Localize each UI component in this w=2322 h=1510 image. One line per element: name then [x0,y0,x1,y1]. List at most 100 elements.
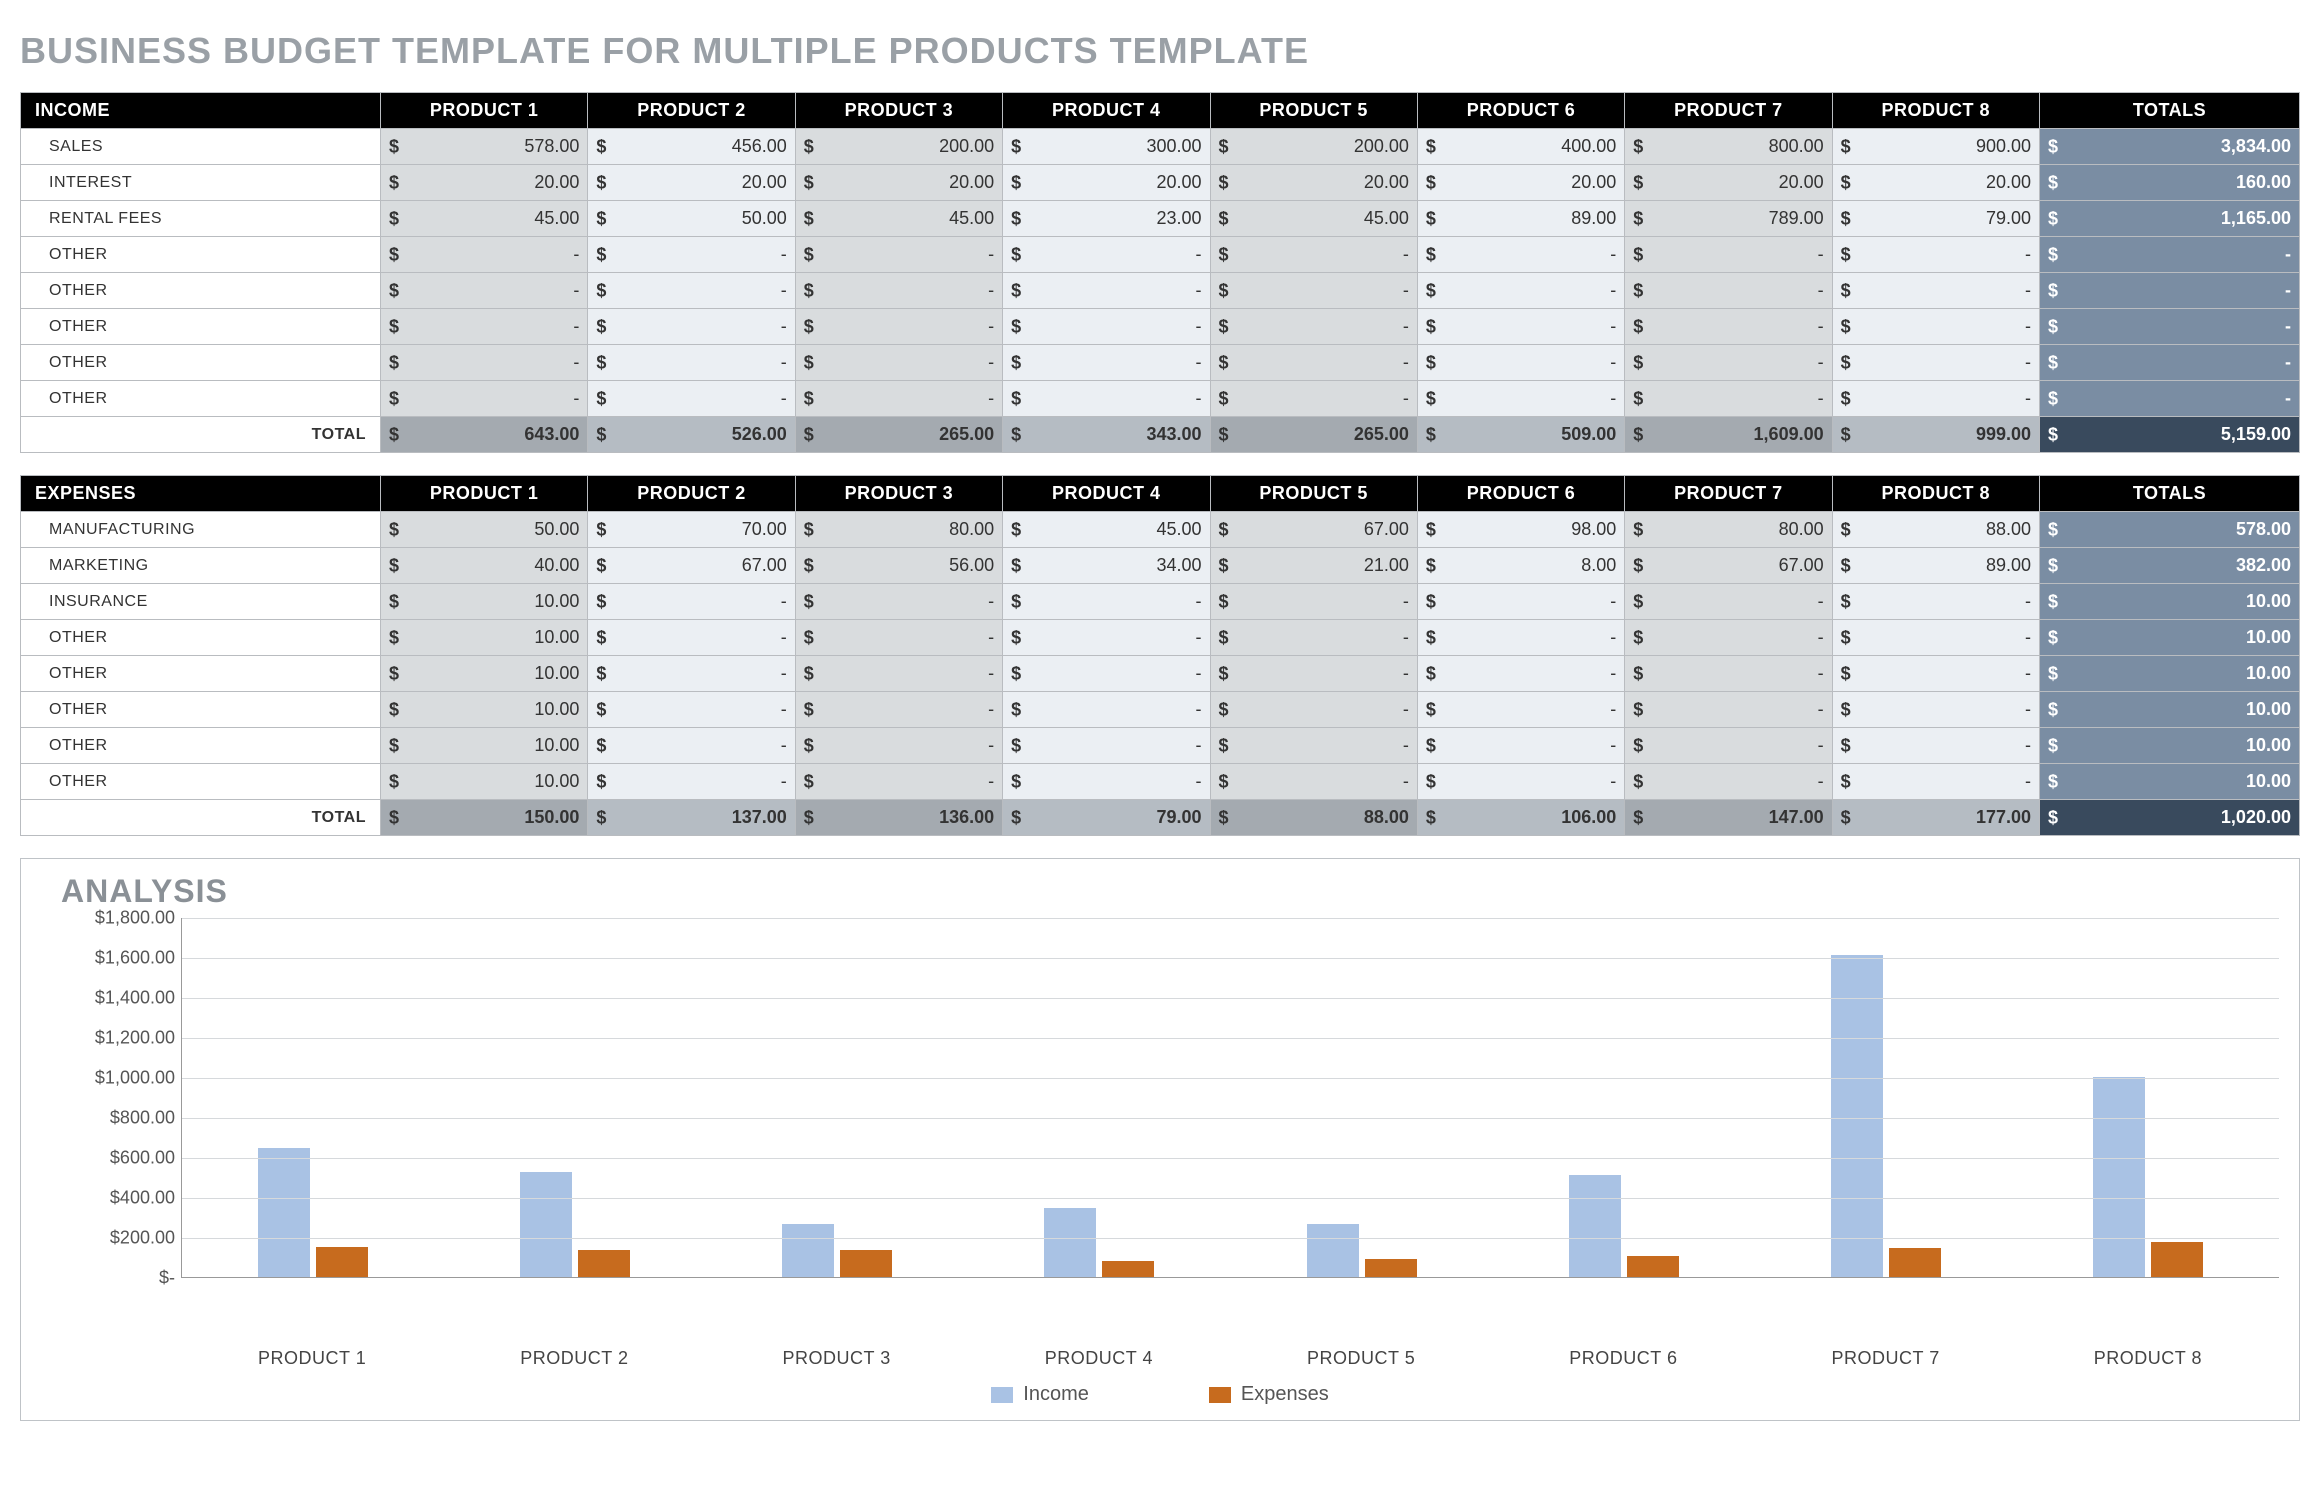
value-cell[interactable]: $- [795,345,1002,381]
value-cell[interactable]: $10.00 [381,620,588,656]
value-cell[interactable]: $- [1625,309,1832,345]
value-cell[interactable]: $- [1832,620,2039,656]
value-cell[interactable]: $900.00 [1832,129,2039,165]
value-cell[interactable]: $- [1003,764,1210,800]
value-cell[interactable]: $- [795,620,1002,656]
value-cell[interactable]: $21.00 [1210,548,1417,584]
value-cell[interactable]: $- [1417,381,1624,417]
value-cell[interactable]: $10.00 [381,764,588,800]
value-cell[interactable]: $- [1625,656,1832,692]
value-cell[interactable]: $- [795,381,1002,417]
value-cell[interactable]: $- [795,273,1002,309]
value-cell[interactable]: $- [1625,692,1832,728]
value-cell[interactable]: $45.00 [381,201,588,237]
value-cell[interactable]: $- [1832,584,2039,620]
value-cell[interactable]: $147.00 [1625,800,1832,836]
value-cell[interactable]: $98.00 [1417,512,1624,548]
value-cell[interactable]: $23.00 [1003,201,1210,237]
value-cell[interactable]: $67.00 [1210,512,1417,548]
value-cell[interactable]: $200.00 [1210,129,1417,165]
value-cell[interactable]: $79.00 [1832,201,2039,237]
value-cell[interactable]: $34.00 [1003,548,1210,584]
value-cell[interactable]: $20.00 [1417,165,1624,201]
value-cell[interactable]: $8.00 [1417,548,1624,584]
value-cell[interactable]: $- [1003,656,1210,692]
value-cell[interactable]: $- [588,764,795,800]
value-cell[interactable]: $- [1003,584,1210,620]
value-cell[interactable]: $20.00 [1210,165,1417,201]
value-cell[interactable]: $300.00 [1003,129,1210,165]
value-cell[interactable]: $- [1003,345,1210,381]
value-cell[interactable]: $- [795,584,1002,620]
value-cell[interactable]: $- [1417,656,1624,692]
value-cell[interactable]: $40.00 [381,548,588,584]
value-cell[interactable]: $80.00 [795,512,1002,548]
value-cell[interactable]: $- [795,764,1002,800]
value-cell[interactable]: $265.00 [1210,417,1417,453]
value-cell[interactable]: $45.00 [1210,201,1417,237]
value-cell[interactable]: $88.00 [1832,512,2039,548]
value-cell[interactable]: $- [1625,764,1832,800]
value-cell[interactable]: $10.00 [381,656,588,692]
value-cell[interactable]: $45.00 [795,201,1002,237]
value-cell[interactable]: $20.00 [795,165,1002,201]
value-cell[interactable]: $67.00 [588,548,795,584]
value-cell[interactable]: $- [588,273,795,309]
value-cell[interactable]: $- [1210,584,1417,620]
value-cell[interactable]: $70.00 [588,512,795,548]
value-cell[interactable]: $- [588,692,795,728]
value-cell[interactable]: $- [1417,692,1624,728]
value-cell[interactable]: $- [795,237,1002,273]
value-cell[interactable]: $- [381,309,588,345]
value-cell[interactable]: $- [1625,381,1832,417]
value-cell[interactable]: $- [1003,273,1210,309]
value-cell[interactable]: $456.00 [588,129,795,165]
value-cell[interactable]: $- [588,237,795,273]
value-cell[interactable]: $- [1003,620,1210,656]
value-cell[interactable]: $20.00 [588,165,795,201]
value-cell[interactable]: $- [1417,728,1624,764]
value-cell[interactable]: $- [1832,237,2039,273]
value-cell[interactable]: $- [588,309,795,345]
value-cell[interactable]: $106.00 [1417,800,1624,836]
value-cell[interactable]: $- [1832,381,2039,417]
value-cell[interactable]: $150.00 [381,800,588,836]
value-cell[interactable]: $- [1210,692,1417,728]
value-cell[interactable]: $789.00 [1625,201,1832,237]
value-cell[interactable]: $- [381,381,588,417]
value-cell[interactable]: $643.00 [381,417,588,453]
value-cell[interactable]: $400.00 [1417,129,1624,165]
value-cell[interactable]: $- [795,692,1002,728]
value-cell[interactable]: $80.00 [1625,512,1832,548]
value-cell[interactable]: $20.00 [1003,165,1210,201]
value-cell[interactable]: $- [381,273,588,309]
value-cell[interactable]: $- [1210,273,1417,309]
value-cell[interactable]: $800.00 [1625,129,1832,165]
value-cell[interactable]: $- [1210,620,1417,656]
value-cell[interactable]: $- [1003,381,1210,417]
value-cell[interactable]: $- [1003,237,1210,273]
value-cell[interactable]: $- [1832,345,2039,381]
value-cell[interactable]: $- [1832,728,2039,764]
value-cell[interactable]: $- [1625,237,1832,273]
value-cell[interactable]: $79.00 [1003,800,1210,836]
value-cell[interactable]: $200.00 [795,129,1002,165]
value-cell[interactable]: $- [1625,728,1832,764]
value-cell[interactable]: $10.00 [381,692,588,728]
value-cell[interactable]: $- [795,309,1002,345]
value-cell[interactable]: $- [1210,656,1417,692]
value-cell[interactable]: $- [1832,692,2039,728]
value-cell[interactable]: $20.00 [381,165,588,201]
value-cell[interactable]: $- [1003,728,1210,764]
value-cell[interactable]: $45.00 [1003,512,1210,548]
value-cell[interactable]: $- [1210,237,1417,273]
value-cell[interactable]: $343.00 [1003,417,1210,453]
value-cell[interactable]: $- [1210,764,1417,800]
value-cell[interactable]: $- [1832,273,2039,309]
value-cell[interactable]: $526.00 [588,417,795,453]
value-cell[interactable]: $- [1417,273,1624,309]
value-cell[interactable]: $- [1625,273,1832,309]
value-cell[interactable]: $10.00 [381,728,588,764]
value-cell[interactable]: $- [381,345,588,381]
value-cell[interactable]: $- [1625,620,1832,656]
